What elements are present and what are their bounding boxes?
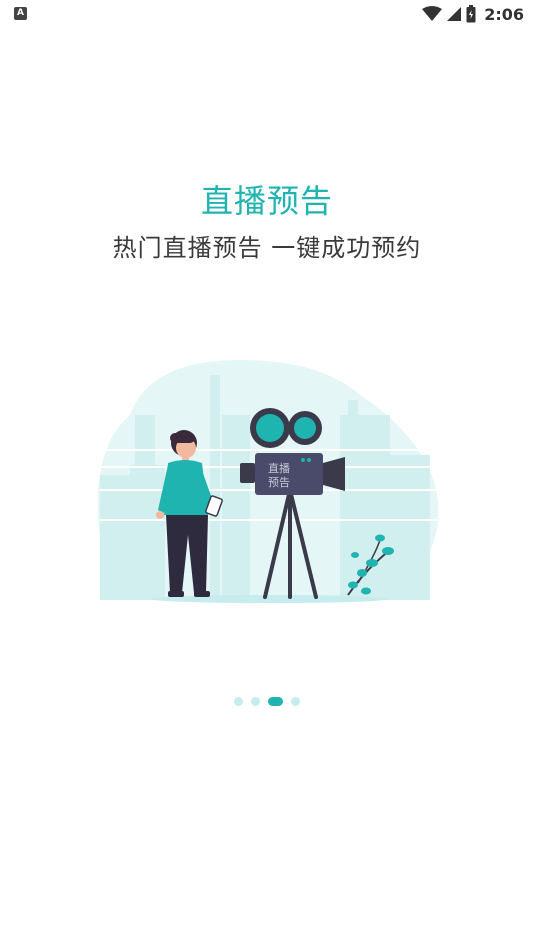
status-time: 2:06	[484, 4, 524, 24]
notification-icon: A	[14, 7, 27, 20]
livestream-camera-illustration: 直播 预告	[97, 360, 440, 604]
battery-icon	[466, 5, 476, 23]
page-title: 直播预告	[200, 182, 333, 220]
status-icons: 2:06	[422, 3, 524, 25]
status-bar: A 2:06	[0, 0, 534, 28]
camera-side	[240, 463, 255, 483]
page-dot	[291, 697, 300, 706]
page-dot-active	[268, 697, 283, 706]
ground-shadow	[150, 595, 390, 603]
signal-icon	[447, 7, 462, 21]
page-dot	[234, 697, 243, 706]
onboarding-screen: A 2:06 直播预告 热门直播预告 一键成功预约 直播 预告	[0, 0, 534, 950]
camera-label-line1: 直播	[268, 461, 290, 475]
page-subtitle: 热门直播预告 一键成功预约	[112, 234, 422, 262]
page-dot	[251, 697, 260, 706]
camera-lens	[323, 457, 345, 491]
camera-label-line2: 预告	[268, 476, 290, 489]
wifi-icon	[422, 6, 443, 21]
page-indicator	[0, 697, 534, 706]
